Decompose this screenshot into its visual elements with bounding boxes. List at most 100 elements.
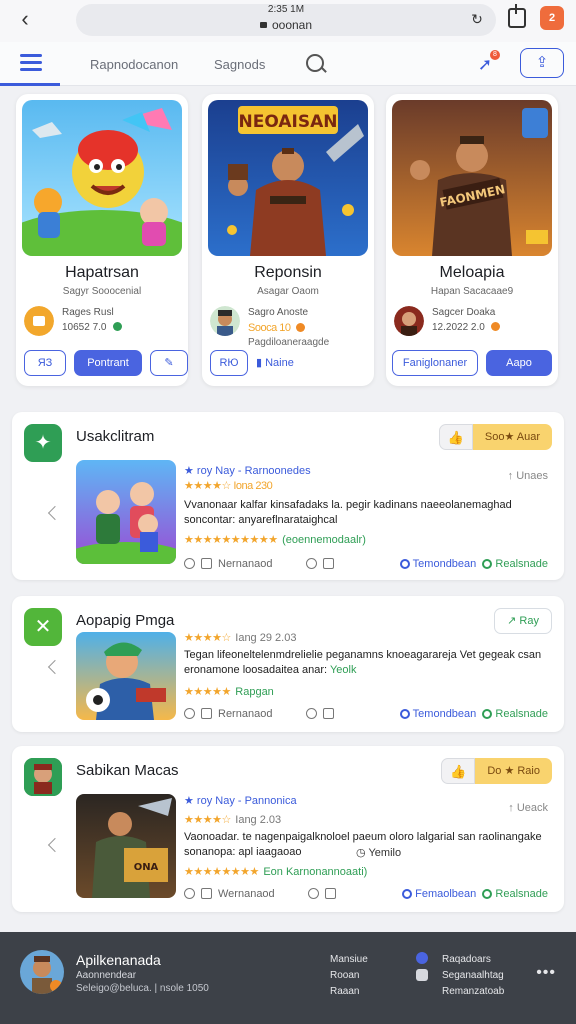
featured-stats-text: Sooca 10 — [248, 322, 291, 334]
list-item-tag: ★ roy Nay - Pannonica — [184, 795, 297, 807]
play-action[interactable]: ↗ Ray — [494, 608, 552, 634]
like-action[interactable]: 👍 Soo★ Auar — [438, 424, 552, 450]
url-text: ooonan — [76, 18, 496, 32]
search-icon[interactable] — [306, 54, 324, 72]
featured-subtitle: Hapan Sacacaae9 — [430, 286, 514, 297]
comment-icon[interactable] — [184, 558, 195, 569]
svg-text:ONA: ONA — [134, 862, 159, 873]
info-icon — [399, 559, 410, 569]
share-icon[interactable] — [508, 4, 526, 28]
chevron-left-icon[interactable] — [47, 837, 63, 853]
review-label: Eon Karnonannoaati) — [263, 866, 368, 878]
active-tab-indicator — [0, 83, 60, 86]
featured-primary-button[interactable]: Aapo — [486, 350, 552, 376]
featured-secondary-button[interactable]: RЮ — [210, 350, 248, 376]
address-bar[interactable]: 2:35 1M ooonan ↻ — [76, 4, 496, 36]
rating-row: ★★★★☆ Iang 29 2.03 — [184, 628, 296, 646]
url-label: ooonan — [271, 18, 313, 32]
tab-segments[interactable]: Sagnods — [214, 57, 265, 72]
install-link[interactable]: Realsnade — [495, 708, 548, 720]
list-item-status: ↑ Unaes — [507, 470, 548, 482]
list-item-title: Sabikan Macas — [76, 762, 179, 779]
featured-stats: Sooca 10 — [248, 322, 306, 334]
more-icon[interactable]: ••• — [536, 964, 556, 982]
like-action[interactable]: 👍 Do ★ Raio — [441, 758, 552, 784]
tab-home[interactable]: Rapnodocanon — [90, 57, 178, 72]
details-link[interactable]: Temondbean — [413, 708, 477, 720]
rating-stars: ★★★★☆ Iona 230 — [184, 480, 273, 492]
bottom-link[interactable]: Raqadoars — [442, 952, 504, 968]
action-label[interactable]: Do ★ Raio — [475, 758, 552, 784]
hamburger-menu-icon[interactable] — [20, 54, 42, 72]
comment-icon[interactable] — [184, 888, 195, 899]
bottom-links-2: Raqadoars Seganaalhtag Remanzatoab — [442, 952, 504, 1000]
bookmark-icon[interactable] — [305, 708, 317, 719]
app-header: Rapnodocanon Sagnods ➚ 8 ⇪ — [0, 42, 576, 86]
tabs-button[interactable]: 2 — [540, 6, 564, 30]
footer-text: Rernanaod — [218, 708, 273, 720]
action-label[interactable]: Soo★ Auar — [472, 424, 552, 450]
featured-meta: Sagro Anoste — [248, 307, 309, 318]
chevron-left-icon[interactable] — [47, 659, 63, 675]
app-icon: ✕ — [24, 608, 62, 646]
like-icon[interactable] — [201, 558, 212, 569]
rating-row: ★★★★☆ Iang 2.03 — [184, 810, 281, 828]
star-icon[interactable] — [324, 888, 336, 899]
back-icon[interactable]: ‹ — [12, 6, 38, 32]
user-avatar[interactable] — [20, 950, 64, 994]
list-item[interactable]: ✕ Aopapig Pmga ↗ Ray ★★★★☆ Iang 29 2.03 … — [12, 596, 564, 732]
thumbs-up-icon[interactable]: 👍 — [441, 758, 476, 784]
install-link[interactable]: Realsnade — [495, 558, 548, 570]
featured-card-3[interactable]: FAONMEN Meloapia Hapan Sacacaae9 Sagcer … — [386, 94, 558, 386]
featured-card-1[interactable]: Hapatrsan Sagyr Sooocenial Rages Rusl 10… — [16, 94, 188, 386]
bookmark-icon[interactable] — [305, 558, 317, 569]
featured-stats: 10652 7.0 — [62, 322, 122, 333]
bottom-link[interactable]: Rooan — [330, 968, 368, 984]
rating-stars: ★★★★★★★★★★ — [184, 534, 278, 546]
details-link[interactable]: Femaolbean — [415, 888, 476, 900]
notification-icon[interactable]: ➚ 8 — [474, 50, 500, 76]
bookmark-icon[interactable] — [307, 888, 319, 899]
list-item-status-text: Ueack — [516, 802, 548, 814]
check-icon — [482, 709, 493, 719]
details-link[interactable]: Temondbean — [413, 558, 477, 570]
bottom-link[interactable]: Mansiue — [330, 952, 368, 968]
list-item-description: Vvanonaar kalfar kinsafadaks la. pegir k… — [184, 499, 512, 526]
info-icon — [402, 889, 413, 899]
footer-text: Wernanaod — [218, 888, 275, 900]
like-icon[interactable] — [201, 708, 212, 719]
thumbs-up-icon[interactable]: 👍 — [438, 424, 473, 450]
app-icon — [24, 758, 62, 796]
featured-link[interactable]: ▮ Naine — [256, 356, 294, 369]
notification-badge: 8 — [490, 50, 500, 60]
status-dot-icon — [296, 323, 306, 332]
featured-stats-text: 12.2022 2.0 — [432, 322, 485, 333]
user-email: Seleigo@beluca. | nsole 1050 — [76, 983, 209, 994]
star-icon[interactable] — [322, 708, 334, 719]
reload-icon[interactable]: ↻ — [468, 10, 486, 28]
status-dot-icon — [112, 322, 122, 331]
info-icon — [416, 952, 428, 964]
like-icon[interactable] — [201, 888, 212, 899]
install-link[interactable]: Realsnade — [495, 888, 548, 900]
info-icon — [399, 709, 410, 719]
rating-text: Iang 29 2.03 — [235, 632, 297, 644]
chevron-left-icon[interactable] — [47, 505, 63, 521]
featured-title: Meloapia — [439, 264, 505, 281]
featured-secondary-button[interactable]: ЯЗ — [24, 350, 66, 376]
comment-icon[interactable] — [184, 708, 195, 719]
rating-stars: ★★★★☆ — [184, 814, 231, 826]
featured-card-2[interactable]: NEOAISAN Reponsin Asagar Oaom Sagro Anos… — [202, 94, 374, 386]
upload-button[interactable]: ⇪ — [520, 48, 564, 78]
edit-button[interactable]: ✎ — [150, 350, 188, 376]
bottom-link[interactable]: Seganaalhtag — [442, 968, 504, 984]
star-icon[interactable] — [322, 558, 334, 569]
list-item[interactable]: Sabikan Macas 👍 Do ★ Raio ONA ★ roy Nay -… — [12, 746, 564, 912]
rating-row: ★★★★★★★★ Eon Karnonannoaati) — [184, 862, 367, 880]
bottom-link[interactable]: Raaan — [330, 984, 368, 1000]
featured-secondary-button[interactable]: Faniglonaner — [392, 350, 478, 376]
bottom-link[interactable]: Remanzatoab — [442, 984, 504, 1000]
list-item[interactable]: ✦ Usakclitram 👍 Soo★ Auar ★ roy Nay - Rar… — [12, 412, 564, 580]
featured-primary-button[interactable]: Pontrant — [74, 350, 142, 376]
check-icon — [482, 559, 493, 569]
